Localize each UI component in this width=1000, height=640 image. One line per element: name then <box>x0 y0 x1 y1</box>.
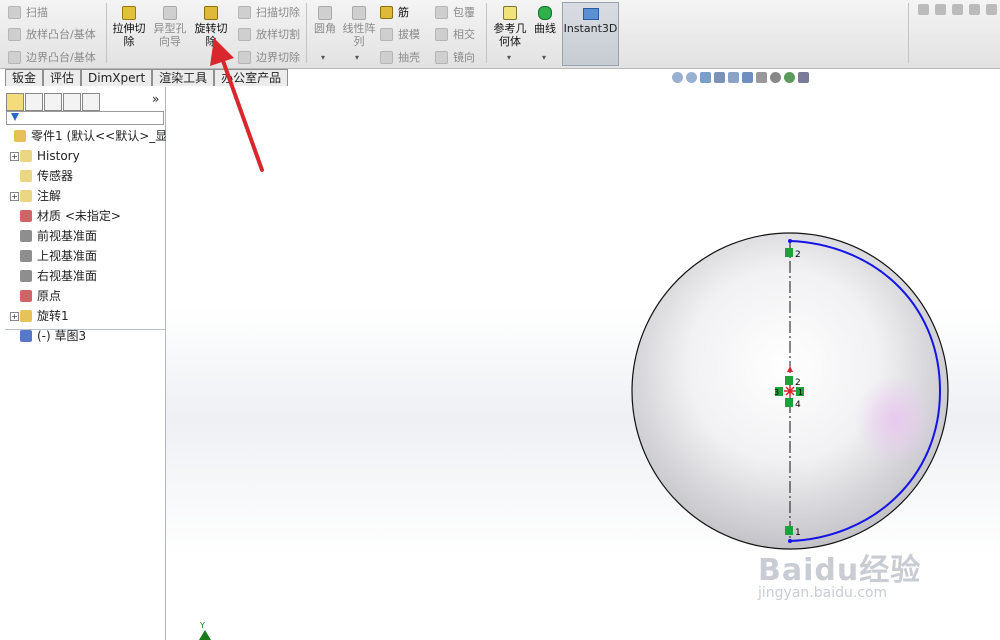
point-label-mid-top: 2 <box>795 378 801 388</box>
constraint-icon-bottom[interactable] <box>785 526 793 535</box>
triad-y-arrow-icon <box>199 630 211 640</box>
sketch-point-top[interactable] <box>788 239 792 243</box>
annotation-arrow-head <box>210 38 234 66</box>
point-label-mid-bottom: 4 <box>795 400 801 410</box>
point-label-mid-left: 3 <box>774 388 779 397</box>
point-label-top: 2 <box>795 250 801 260</box>
point-label-bottom: 1 <box>795 528 801 538</box>
sketch-point-bottom[interactable] <box>788 539 792 543</box>
triad-y-label: Y <box>199 621 205 630</box>
watermark-title: Baidu经验 <box>758 553 922 588</box>
model-graphics: 2 2 3 1 4 1 Y <box>199 38 949 640</box>
sphere-highlight <box>855 375 935 465</box>
baidu-watermark: Baidu经验 jingyan.baidu.com <box>758 545 921 601</box>
point-label-mid-right: 1 <box>798 388 803 397</box>
constraint-icon-mid-top[interactable] <box>785 376 793 385</box>
constraint-icon-top[interactable] <box>785 248 793 257</box>
constraint-icon-mid-bottom[interactable] <box>785 398 793 407</box>
annotation-arrow-shaft <box>220 56 264 172</box>
